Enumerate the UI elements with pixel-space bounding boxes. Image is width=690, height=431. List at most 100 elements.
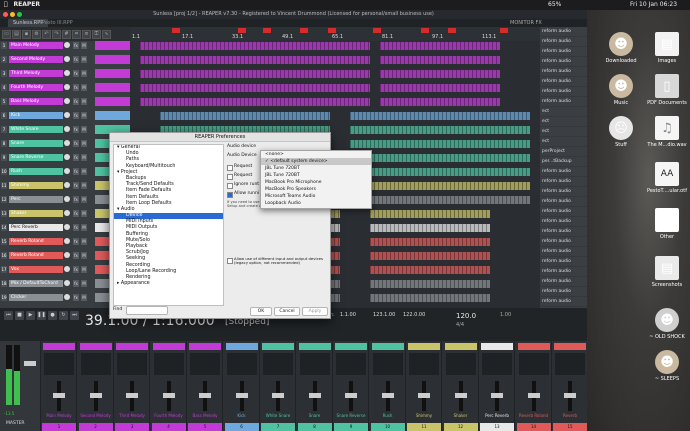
allow-checkbox[interactable] — [227, 192, 233, 198]
apple-icon[interactable]:  — [4, 1, 8, 8]
track-name[interactable]: Perc Reverb — [9, 224, 63, 231]
fader-cap[interactable] — [418, 393, 430, 398]
fader-cap[interactable] — [491, 393, 503, 398]
volume-knob-icon[interactable] — [64, 98, 70, 104]
media-item[interactable] — [370, 238, 490, 246]
media-item[interactable] — [370, 280, 490, 288]
track-name[interactable]: Snare Reverse — [9, 154, 63, 161]
marker[interactable] — [328, 28, 336, 33]
list-item[interactable]: reform audio — [540, 97, 587, 107]
strip-input-label[interactable] — [43, 343, 75, 350]
close-button[interactable] — [3, 12, 8, 17]
list-item[interactable]: reform audio — [540, 247, 587, 257]
ignore-checkbox[interactable] — [227, 183, 233, 189]
ok-button[interactable]: OK — [250, 307, 272, 316]
fader-cap[interactable] — [308, 393, 321, 398]
time-signature[interactable]: 4/4 — [456, 322, 464, 328]
fx-slot[interactable] — [44, 353, 74, 375]
fx-button[interactable]: fx — [73, 196, 79, 203]
track-name[interactable]: Rush — [9, 168, 63, 175]
volume-knob-icon[interactable] — [64, 238, 70, 244]
media-item[interactable] — [370, 266, 490, 274]
marker[interactable] — [373, 28, 381, 33]
strip-input-label[interactable] — [554, 343, 586, 350]
fx-button[interactable]: fx — [73, 224, 79, 231]
track-name[interactable]: Clicker — [9, 294, 63, 301]
fader-cap[interactable] — [381, 393, 394, 398]
fx-button[interactable]: fx — [73, 42, 79, 49]
new-project-icon[interactable]: ▭ — [2, 30, 11, 39]
fx-slot[interactable] — [263, 353, 293, 375]
selection-start[interactable]: 1.1.00 — [340, 312, 356, 318]
media-item[interactable] — [380, 42, 500, 50]
volume-knob-icon[interactable] — [64, 84, 70, 90]
fader-cap[interactable] — [235, 393, 248, 398]
list-item[interactable]: ect — [540, 107, 587, 117]
list-item[interactable]: reform audio — [540, 47, 587, 57]
volume-knob-icon[interactable] — [64, 182, 70, 188]
strip-input-label[interactable] — [298, 343, 331, 350]
mute-button[interactable]: M — [81, 238, 87, 245]
fader-cap[interactable] — [162, 393, 175, 398]
dropdown-option[interactable]: JBL Tune 720BT — [261, 165, 371, 172]
list-item[interactable]: reform audio — [540, 37, 587, 47]
list-item[interactable]: reform audio — [540, 87, 587, 97]
strip-input-label[interactable] — [517, 343, 550, 350]
desktop-icon[interactable]: ☻ Downloaded — [599, 32, 643, 64]
selection-end[interactable]: 123.1.00 — [373, 312, 395, 318]
fx-button[interactable]: fx — [73, 126, 79, 133]
mute-button[interactable]: M — [81, 140, 87, 147]
media-item[interactable] — [370, 210, 490, 218]
menubar-app-name[interactable]: REAPER — [14, 1, 40, 8]
volume-knob-icon[interactable] — [64, 252, 70, 258]
playrate[interactable]: 1.00 — [500, 312, 511, 318]
fx-button[interactable]: fx — [73, 210, 79, 217]
media-item[interactable] — [380, 84, 500, 92]
mute-button[interactable]: M — [81, 252, 87, 259]
mute-button[interactable]: M — [81, 154, 87, 161]
fx-button[interactable]: fx — [73, 154, 79, 161]
list-item[interactable]: reform audio — [540, 197, 587, 207]
fader-cap[interactable] — [126, 393, 138, 398]
track-row[interactable]: 2Second MelodyfxMS — [0, 55, 130, 64]
media-item[interactable] — [350, 196, 530, 204]
volume-knob-icon[interactable] — [64, 126, 70, 132]
fx-slot[interactable] — [555, 353, 585, 375]
fx-button[interactable]: fx — [73, 280, 79, 287]
strip-input-label[interactable] — [408, 343, 440, 350]
fader-cap[interactable] — [53, 393, 65, 398]
legacy-checkbox[interactable] — [227, 258, 233, 264]
fader-cap[interactable] — [454, 393, 467, 398]
media-item[interactable] — [140, 56, 370, 64]
grid-icon[interactable]: # — [62, 30, 71, 39]
find-input[interactable] — [126, 306, 168, 315]
fx-button[interactable]: fx — [73, 98, 79, 105]
open-project-icon[interactable]: ▤ — [12, 30, 21, 39]
mute-button[interactable]: M — [81, 98, 87, 105]
desktop-icon[interactable]: ☻ ~ OLD SHOCK — [645, 308, 689, 340]
save-icon[interactable]: ▪ — [22, 30, 31, 39]
fader-cap[interactable] — [272, 393, 284, 398]
fx-slot[interactable] — [190, 353, 220, 375]
desktop-icon[interactable]: ▤ Screenshots — [645, 256, 689, 288]
fx-slot[interactable] — [445, 353, 476, 375]
fx-slot[interactable] — [518, 353, 549, 375]
media-item[interactable] — [350, 182, 530, 190]
mute-button[interactable]: M — [81, 294, 87, 301]
volume-knob-icon[interactable] — [64, 210, 70, 216]
fx-slot[interactable] — [372, 353, 403, 375]
track-name[interactable]: Shimmy — [9, 182, 63, 189]
track-name[interactable]: Reverb Roland — [9, 252, 63, 259]
fader-cap[interactable] — [89, 393, 102, 398]
list-item[interactable]: reform audio — [540, 167, 587, 177]
strip-input-label[interactable] — [79, 343, 112, 350]
zoom-button[interactable] — [17, 12, 22, 17]
volume-knob-icon[interactable] — [64, 154, 70, 160]
track-name[interactable]: Second Melody — [9, 56, 63, 63]
fx-button[interactable]: fx — [73, 168, 79, 175]
track-name[interactable]: Fourth Melody — [9, 84, 63, 91]
undo-icon[interactable]: ↶ — [42, 30, 51, 39]
track-name[interactable]: Third Melody — [9, 70, 63, 77]
volume-knob-icon[interactable] — [64, 280, 70, 286]
list-item[interactable]: reform audio — [540, 217, 587, 227]
